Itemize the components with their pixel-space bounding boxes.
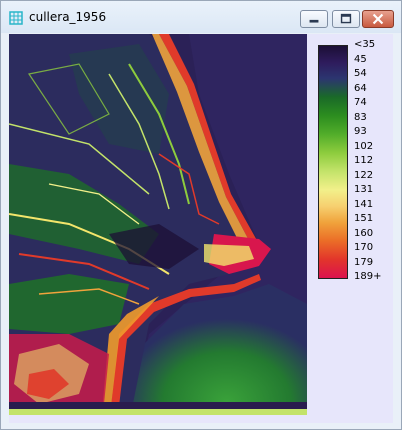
legend-label: 54 <box>354 68 367 79</box>
legend-label: 45 <box>354 53 367 65</box>
legend-label: 179 <box>354 256 374 268</box>
legend-label: 74 <box>354 97 367 108</box>
color-scale-bar <box>318 45 348 279</box>
legend-label: <35 <box>354 39 376 50</box>
image-layer-icon <box>9 11 23 25</box>
image-canvas[interactable]: <35 45 54 64 74 83 93 102 112 122 131 14… <box>9 34 393 423</box>
title-bar[interactable]: cullera_1956 <box>1 1 401 33</box>
image-window: cullera_1956 <35 45 54 64 74 83 93 102 1… <box>0 0 402 430</box>
close-icon <box>372 13 384 25</box>
maximize-button[interactable] <box>332 10 360 28</box>
maximize-icon <box>340 13 352 24</box>
legend-label: 122 <box>354 169 374 181</box>
legend-label: 83 <box>354 111 367 123</box>
legend-label: 102 <box>354 140 374 152</box>
legend-label: 112 <box>354 155 374 166</box>
minimize-button[interactable] <box>300 10 328 28</box>
window-title: cullera_1956 <box>29 10 107 24</box>
legend-label: 170 <box>354 242 374 253</box>
close-button[interactable] <box>362 10 394 28</box>
legend-label: 93 <box>354 126 367 137</box>
legend-label: 64 <box>354 82 367 94</box>
minimize-icon <box>309 19 319 23</box>
legend-label: 131 <box>354 184 374 195</box>
legend-label: 160 <box>354 227 374 239</box>
classified-map-image[interactable] <box>9 34 307 423</box>
legend-label: 189+ <box>354 271 382 282</box>
legend-label: 141 <box>354 198 374 210</box>
legend-label: 151 <box>354 213 374 224</box>
